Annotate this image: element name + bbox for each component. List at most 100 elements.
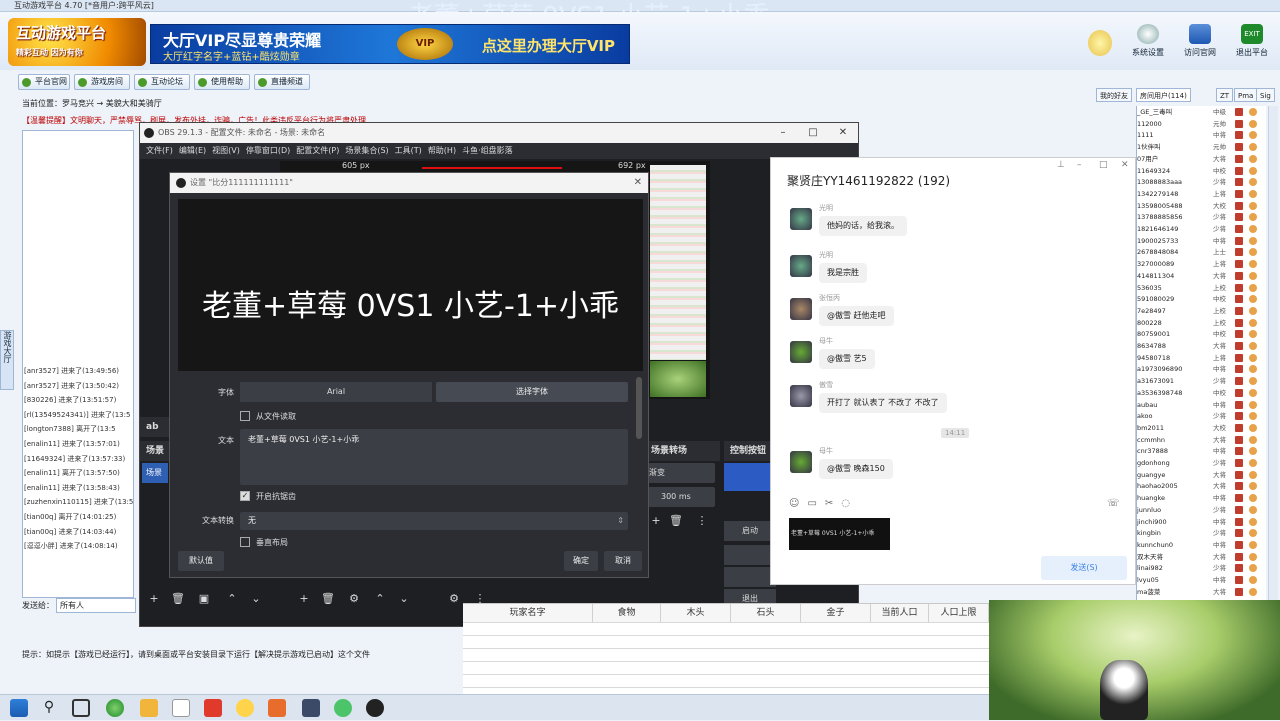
list-item[interactable]: bm2011 大校: [1137, 422, 1266, 434]
obs-menu-item[interactable]: 文件(F): [146, 146, 173, 155]
col-zt[interactable]: ZT: [1216, 88, 1234, 102]
obs-menu-item[interactable]: 配置文件(P): [296, 146, 339, 155]
list-item[interactable]: 7e28497 上校: [1137, 305, 1266, 317]
obs-menu-item[interactable]: 工具(T): [395, 146, 422, 155]
dialog-close-icon[interactable]: ✕: [634, 173, 642, 193]
obs-menu-item[interactable]: 停靠窗口(D): [246, 146, 290, 155]
list-item[interactable]: 双木天将 大将: [1137, 551, 1266, 563]
close-button[interactable]: ✕: [828, 123, 858, 143]
tab-room-users[interactable]: 房间用户(114): [1136, 88, 1191, 102]
list-item[interactable]: kingbin 少将: [1137, 527, 1266, 539]
col-sig[interactable]: Sig: [1256, 88, 1275, 102]
avatar[interactable]: [790, 298, 812, 320]
tab-friends[interactable]: 我的好友: [1096, 88, 1132, 102]
task-view-icon[interactable]: [72, 699, 90, 717]
obs-menu-item[interactable]: 场景集合(S): [345, 146, 388, 155]
avatar[interactable]: [790, 451, 812, 473]
obs-menu-item[interactable]: 视图(V): [212, 146, 240, 155]
transition-more-icon[interactable]: ⋮: [692, 513, 712, 529]
system-settings-button[interactable]: 系统设置: [1126, 24, 1170, 64]
list-item[interactable]: ccmmhn 大将: [1137, 434, 1266, 446]
vip-banner[interactable]: 大厅VIP尽显尊贵荣耀 大厅红字名字+蓝钻+酷炫勋章 VIP 点这里办理大厅VI…: [150, 24, 630, 64]
list-item[interactable]: guangye 大将: [1137, 469, 1266, 481]
transition-select[interactable]: 渐变: [645, 463, 715, 483]
folder-icon[interactable]: ▭: [807, 498, 824, 509]
list-item[interactable]: 327000089 上将: [1137, 258, 1266, 270]
list-item[interactable]: 80759001 中校: [1137, 328, 1266, 340]
visit-website-button[interactable]: 访问官网: [1178, 24, 1222, 64]
select-font-button[interactable]: 选择字体: [436, 382, 628, 402]
windows-start-icon[interactable]: [10, 699, 28, 717]
minimize-button[interactable]: –: [768, 123, 798, 143]
avatar[interactable]: [790, 208, 812, 230]
control-button-2[interactable]: [724, 545, 776, 565]
list-item[interactable]: cnr37888 中将: [1137, 445, 1266, 457]
tab-game-rooms[interactable]: 游戏房间: [74, 74, 130, 90]
tab-help[interactable]: 使用帮助: [194, 74, 250, 90]
send-to-select[interactable]: 所有人: [56, 598, 136, 613]
list-item[interactable]: a3536398748 中校: [1137, 387, 1266, 399]
avatar[interactable]: [790, 385, 812, 407]
scrollbar[interactable]: [636, 377, 642, 439]
edge-icon[interactable]: [106, 699, 124, 717]
col-pma[interactable]: Pma: [1234, 88, 1258, 102]
pin-icon[interactable]: ⊥: [1057, 160, 1065, 170]
list-item[interactable]: 13598005488 大校: [1137, 200, 1266, 212]
vertical-checkbox[interactable]: [240, 537, 250, 547]
list-item[interactable]: 1342279148 上将: [1137, 188, 1266, 200]
remove-source-icon[interactable]: 🗑: [318, 591, 338, 607]
list-item[interactable]: 11649324 中校: [1137, 165, 1266, 177]
duration-input[interactable]: 300 ms: [645, 487, 715, 507]
chat-bubble-icon[interactable]: ◌: [841, 498, 858, 509]
obs-menu-item[interactable]: 帮助(H): [428, 146, 456, 155]
tab-forum[interactable]: 互动论坛: [134, 74, 190, 90]
obs-menu-item[interactable]: 编辑(E): [179, 146, 206, 155]
close-button[interactable]: ✕: [1121, 160, 1129, 170]
list-item[interactable]: 1900025733 中将: [1137, 235, 1266, 247]
move-down-icon[interactable]: ⌄: [246, 591, 266, 607]
source-up-icon[interactable]: ⌃: [370, 591, 390, 607]
ok-button[interactable]: 确定: [564, 551, 598, 571]
app-icon-1[interactable]: [140, 699, 158, 717]
list-item[interactable]: 94580718 上将: [1137, 352, 1266, 364]
avatar[interactable]: [790, 341, 812, 363]
antialias-checkbox[interactable]: ✓: [240, 491, 250, 501]
source-settings-icon[interactable]: ⚙: [344, 591, 364, 607]
list-item[interactable]: 1111 中将: [1137, 129, 1266, 141]
obs-menu-item[interactable]: 斗鱼·组盘影落: [462, 146, 513, 155]
user-list-scrollbar[interactable]: [1268, 106, 1278, 600]
app-icon-3[interactable]: [204, 699, 222, 717]
pasted-image[interactable]: 老董+草莓 0VS1 小艺-1+小乖: [789, 518, 890, 550]
list-item[interactable]: 13788885856 少将: [1137, 211, 1266, 223]
obs-taskbar-icon[interactable]: [366, 699, 384, 717]
send-button[interactable]: 发送(S): [1041, 556, 1127, 580]
move-up-icon[interactable]: ⌃: [222, 591, 242, 607]
list-item[interactable]: gdonhong 少将: [1137, 457, 1266, 469]
scissors-icon[interactable]: ✂: [825, 498, 841, 509]
mixer-settings-icon[interactable]: ⚙: [444, 591, 464, 607]
emoji-icon[interactable]: ☺: [789, 498, 807, 509]
maximize-button[interactable]: □: [798, 123, 828, 143]
list-item[interactable]: 800228 上校: [1137, 317, 1266, 329]
text-transform-select[interactable]: 无 ⇕: [240, 512, 628, 530]
list-item[interactable]: 536035 上校: [1137, 282, 1266, 294]
list-item[interactable]: kunnchun0 中将: [1137, 539, 1266, 551]
exit-platform-button[interactable]: EXIT 退出平台: [1230, 24, 1274, 64]
text-input[interactable]: 老董+草莓 0VS1 小艺-1+小乖: [240, 429, 628, 485]
list-item[interactable]: 591080029 中校: [1137, 293, 1266, 305]
list-item[interactable]: junnluo 少将: [1137, 504, 1266, 516]
list-item[interactable]: a1973096890 中将: [1137, 363, 1266, 375]
list-item[interactable]: a31673091 少将: [1137, 375, 1266, 387]
list-item[interactable]: 13088883aaa 少将: [1137, 176, 1266, 188]
list-item[interactable]: 414811304 大将: [1137, 270, 1266, 282]
list-item[interactable]: akoo 少将: [1137, 410, 1266, 422]
avatar[interactable]: [790, 255, 812, 277]
defaults-button[interactable]: 默认值: [178, 551, 224, 571]
remove-transition-icon[interactable]: 🗑: [666, 513, 686, 529]
list-item[interactable]: 1821646149 少将: [1137, 223, 1266, 235]
control-button-3[interactable]: [724, 567, 776, 587]
platform-logo[interactable]: 互动游戏平台 精彩互动 因为有你: [8, 18, 146, 66]
tab-official-site[interactable]: 平台官网: [18, 74, 70, 90]
filter-icon[interactable]: ▣: [194, 591, 214, 607]
scene-item[interactable]: 场景: [142, 463, 168, 483]
